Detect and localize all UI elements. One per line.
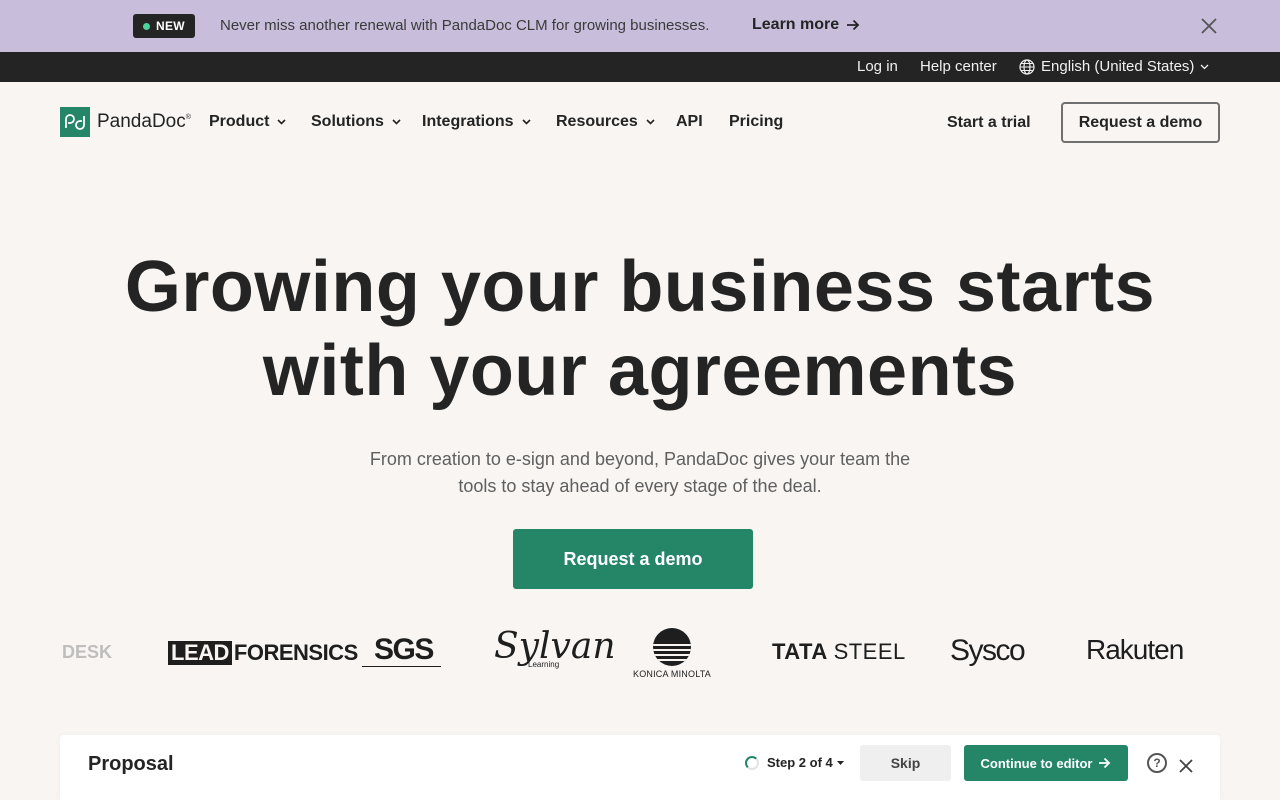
hero-request-demo-button[interactable]: Request a demo (513, 529, 753, 589)
chevron-down-icon (646, 119, 655, 125)
step-dropdown[interactable]: Step 2 of 4 (745, 755, 844, 770)
logo-tata-steel: TATA STEEL (772, 639, 906, 665)
nav-product-label: Product (209, 113, 270, 130)
continue-label: Continue to editor (980, 755, 1093, 771)
logo-sylvan: Sylvan Learning (494, 626, 616, 669)
continue-to-editor-button[interactable]: Continue to editor (964, 745, 1128, 781)
caret-down-icon (836, 760, 844, 765)
chevron-down-icon (521, 119, 531, 125)
chevron-down-icon (392, 119, 401, 125)
nav-api[interactable]: API (676, 113, 703, 131)
globe-icon (1019, 58, 1035, 75)
learn-more-label: Learn more (752, 16, 840, 33)
logo-lead-forensics: LEAD FORENSICS (168, 640, 358, 666)
chevron-down-icon (277, 119, 287, 125)
proposal-panel: Proposal Step 2 of 4 Skip Continue to ed… (60, 735, 1220, 800)
hero-title: Growing your business starts with your a… (0, 245, 1280, 413)
announcement-message: Never miss another renewal with PandaDoc… (220, 17, 710, 34)
language-selector[interactable]: English (United States) (1019, 58, 1215, 75)
login-link[interactable]: Log in (857, 58, 898, 75)
panel-title: Proposal (88, 753, 174, 775)
logo-tata-text: TATA (772, 639, 827, 664)
status-dot-icon (143, 22, 150, 30)
arrow-right-icon (1099, 757, 1111, 769)
konica-globe-icon (653, 628, 691, 666)
hero-subtitle-line1: From creation to e-sign and beyond, Pand… (369, 449, 911, 469)
nav-integrations[interactable]: Integrations (422, 113, 531, 131)
chevron-down-icon (1200, 64, 1209, 69)
hero-title-line1: Growing your business starts (124, 247, 1156, 327)
utility-bar: Log in Help center English (United State… (0, 52, 1280, 82)
new-badge: NEW (133, 14, 195, 38)
progress-spinner-icon (745, 755, 759, 770)
language-label: English (United States) (1041, 58, 1195, 75)
logo-sgs: SGS (362, 634, 441, 667)
close-announcement-icon[interactable] (1200, 17, 1218, 35)
hero-subtitle-line2: tools to stay ahead of every stage of th… (458, 476, 822, 496)
start-trial-link[interactable]: Start a trial (947, 114, 1031, 132)
logo-desk: DESK (62, 642, 113, 662)
nav-solutions[interactable]: Solutions (311, 113, 401, 131)
announcement-bar: NEW Never miss another renewal with Pand… (0, 0, 1280, 52)
logo-sysco: Sysco (950, 634, 1026, 667)
logo-sylvan-sub: Learning (528, 660, 560, 669)
nav-product[interactable]: Product (209, 113, 287, 131)
learn-more-link[interactable]: Learn more (752, 16, 860, 34)
logo-lead-box: LEAD (168, 641, 232, 665)
nav-resources-label: Resources (556, 113, 638, 130)
logo-konica-minolta: KONICA MINOLTA (632, 628, 712, 679)
help-icon[interactable]: ? (1147, 753, 1167, 773)
logo-steel-text: STEEL (833, 639, 906, 664)
pandadoc-logo[interactable]: PandaDoc ® (60, 107, 191, 137)
step-label: Step 2 of 4 (767, 755, 833, 770)
request-demo-button[interactable]: Request a demo (1061, 102, 1220, 143)
new-badge-label: NEW (156, 19, 185, 33)
help-center-link[interactable]: Help center (920, 58, 997, 75)
customer-logos: DESK LEAD FORENSICS SGS Sylvan Learning … (0, 622, 1280, 686)
brand-name: PandaDoc (97, 111, 186, 132)
nav-pricing-label: Pricing (729, 113, 784, 130)
nav-pricing[interactable]: Pricing (729, 113, 783, 131)
arrow-right-icon (847, 19, 860, 31)
logo-lead-rest: FORENSICS (233, 640, 358, 665)
pandadoc-mark-icon (60, 107, 90, 137)
nav-api-label: API (676, 113, 703, 130)
logo-konica-text: KONICA MINOLTA (633, 669, 711, 679)
hero-title-line2: with your agreements (262, 331, 1018, 411)
nav-resources[interactable]: Resources (556, 113, 655, 131)
skip-button[interactable]: Skip (860, 745, 951, 781)
hero-subtitle: From creation to e-sign and beyond, Pand… (340, 446, 940, 500)
main-nav: PandaDoc ® Product Solutions Integrations… (0, 82, 1280, 162)
nav-solutions-label: Solutions (311, 113, 384, 130)
logo-rakuten: Rakuten (1086, 634, 1184, 665)
close-panel-icon[interactable] (1178, 758, 1194, 774)
nav-integrations-label: Integrations (422, 113, 514, 130)
